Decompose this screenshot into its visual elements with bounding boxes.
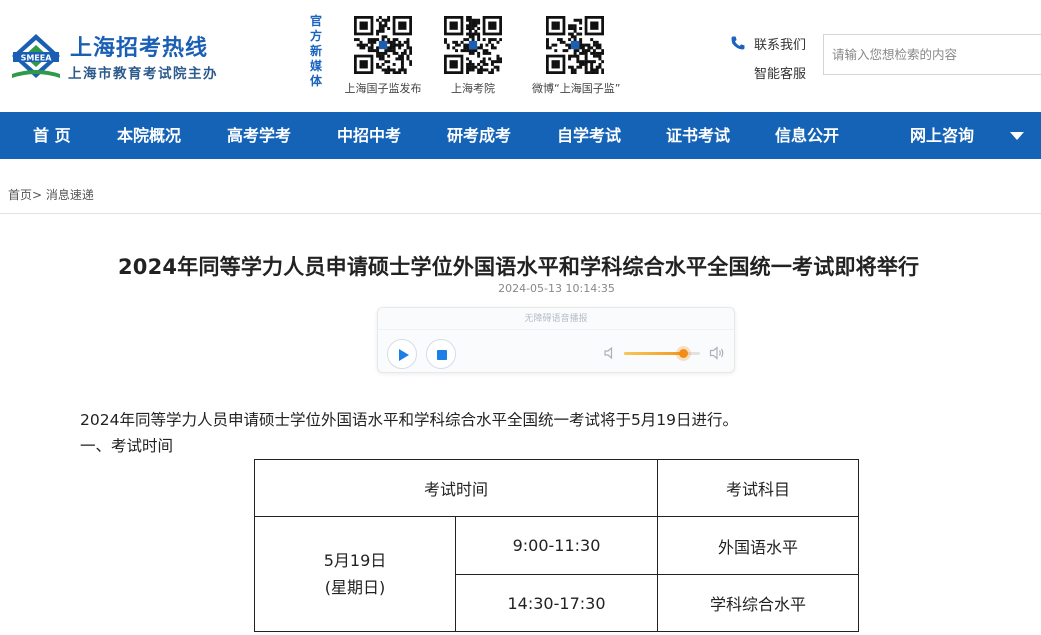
table-cell-time: 9:00-11:30 — [455, 516, 658, 575]
article-lead: 2024年同等学力人员申请硕士学位外国语水平和学科综合水平全国统一考试将于5月1… — [80, 411, 739, 429]
qr-code-guozijian[interactable]: 上海国子监发布 — [340, 16, 426, 96]
nav-item-gaokao[interactable]: 高考学考 — [227, 112, 291, 159]
article-title: 2024年同等学力人员申请硕士学位外国语水平和学科综合水平全国统一考试即将举行 — [118, 255, 920, 279]
contact-block: 联系我们 智能客服 — [730, 34, 814, 84]
article-date: 2024-05-13 10:14:35 — [498, 282, 615, 295]
table-cell-subject: 学科综合水平 — [657, 574, 859, 632]
qr-code-weibo[interactable]: 微博“上海国子监” — [532, 16, 621, 96]
nav-item-about[interactable]: 本院概况 — [117, 112, 181, 159]
nav-item-yankao[interactable]: 研考成考 — [447, 112, 511, 159]
contact-us-link[interactable]: 联系我们 — [754, 34, 806, 53]
media-label: 官方新媒体 — [309, 14, 322, 88]
site-header: SMEEA 上海招考热线 上海市教育考试院主办 官方新媒体 上海国子监发布 上海… — [0, 0, 1041, 112]
table-header-time: 考试时间 — [254, 459, 658, 517]
volume-high-icon[interactable] — [709, 345, 725, 361]
breadcrumb-current[interactable]: 消息速递 — [46, 188, 94, 202]
audio-player: 无障碍语音播报 — [377, 307, 735, 373]
section-heading: 一、考试时间 — [80, 437, 174, 455]
table-cell-subject: 外国语水平 — [657, 516, 859, 575]
search-box — [823, 34, 1041, 75]
logo-text: SMEEA — [21, 54, 53, 63]
logo-emblem-icon: SMEEA — [12, 34, 60, 78]
player-label: 无障碍语音播报 — [378, 308, 734, 330]
breadcrumb-separator: > — [32, 188, 43, 202]
qr-code-icon — [354, 16, 413, 75]
breadcrumb: 首页> 消息速递 — [8, 186, 94, 203]
qr-caption: 上海国子监发布 — [344, 82, 422, 95]
volume-fill — [624, 352, 684, 355]
exam-schedule-table: 考试时间 考试科目 5月19日 (星期日) 9:00-11:30 外国语水平 1… — [254, 459, 859, 632]
search-input[interactable] — [824, 35, 1041, 74]
nav-item-xinxi[interactable]: 信息公开 — [775, 112, 839, 159]
nav-item-zixun[interactable]: 网上咨询 — [910, 112, 974, 159]
smart-service-link[interactable]: 智能客服 — [754, 63, 806, 82]
chevron-down-icon[interactable] — [1010, 132, 1024, 140]
nav-item-zixue[interactable]: 自学考试 — [557, 112, 621, 159]
exam-date: 5月19日 — [323, 551, 387, 570]
site-title: 上海招考热线 — [70, 36, 209, 61]
exam-weekday: (星期日) — [324, 578, 386, 597]
divider — [0, 213, 1041, 214]
nav-item-zhengshu[interactable]: 证书考试 — [666, 112, 730, 159]
phone-icon — [731, 36, 745, 50]
qr-code-icon — [444, 16, 503, 75]
stop-button[interactable] — [426, 339, 456, 369]
qr-code-icon — [546, 16, 605, 75]
qr-caption: 微博“上海国子监” — [532, 82, 621, 95]
main-nav: 首 页 本院概况 高考学考 中招中考 研考成考 自学考试 证书考试 信息公开 网… — [0, 112, 1041, 159]
volume-knob[interactable] — [679, 349, 689, 358]
nav-item-home[interactable]: 首 页 — [33, 112, 71, 159]
site-logo[interactable]: SMEEA 上海招考热线 上海市教育考试院主办 — [10, 30, 220, 84]
play-button[interactable] — [387, 339, 417, 369]
table-header-subject: 考试科目 — [657, 459, 859, 517]
table-header-row: 考试时间 考试科目 — [254, 459, 859, 517]
table-cell-time: 14:30-17:30 — [455, 574, 658, 632]
volume-low-icon[interactable] — [603, 346, 617, 360]
breadcrumb-home[interactable]: 首页 — [8, 188, 32, 202]
site-subtitle: 上海市教育考试院主办 — [68, 66, 218, 82]
table-row: 5月19日 (星期日) 9:00-11:30 外国语水平 — [254, 516, 859, 632]
qr-code-kaoyuan[interactable]: 上海考院 — [430, 16, 516, 96]
volume-slider[interactable] — [624, 349, 700, 358]
nav-item-zhongkao[interactable]: 中招中考 — [337, 112, 401, 159]
qr-caption: 上海考院 — [451, 82, 495, 95]
table-cell-date: 5月19日 (星期日) — [254, 516, 456, 632]
